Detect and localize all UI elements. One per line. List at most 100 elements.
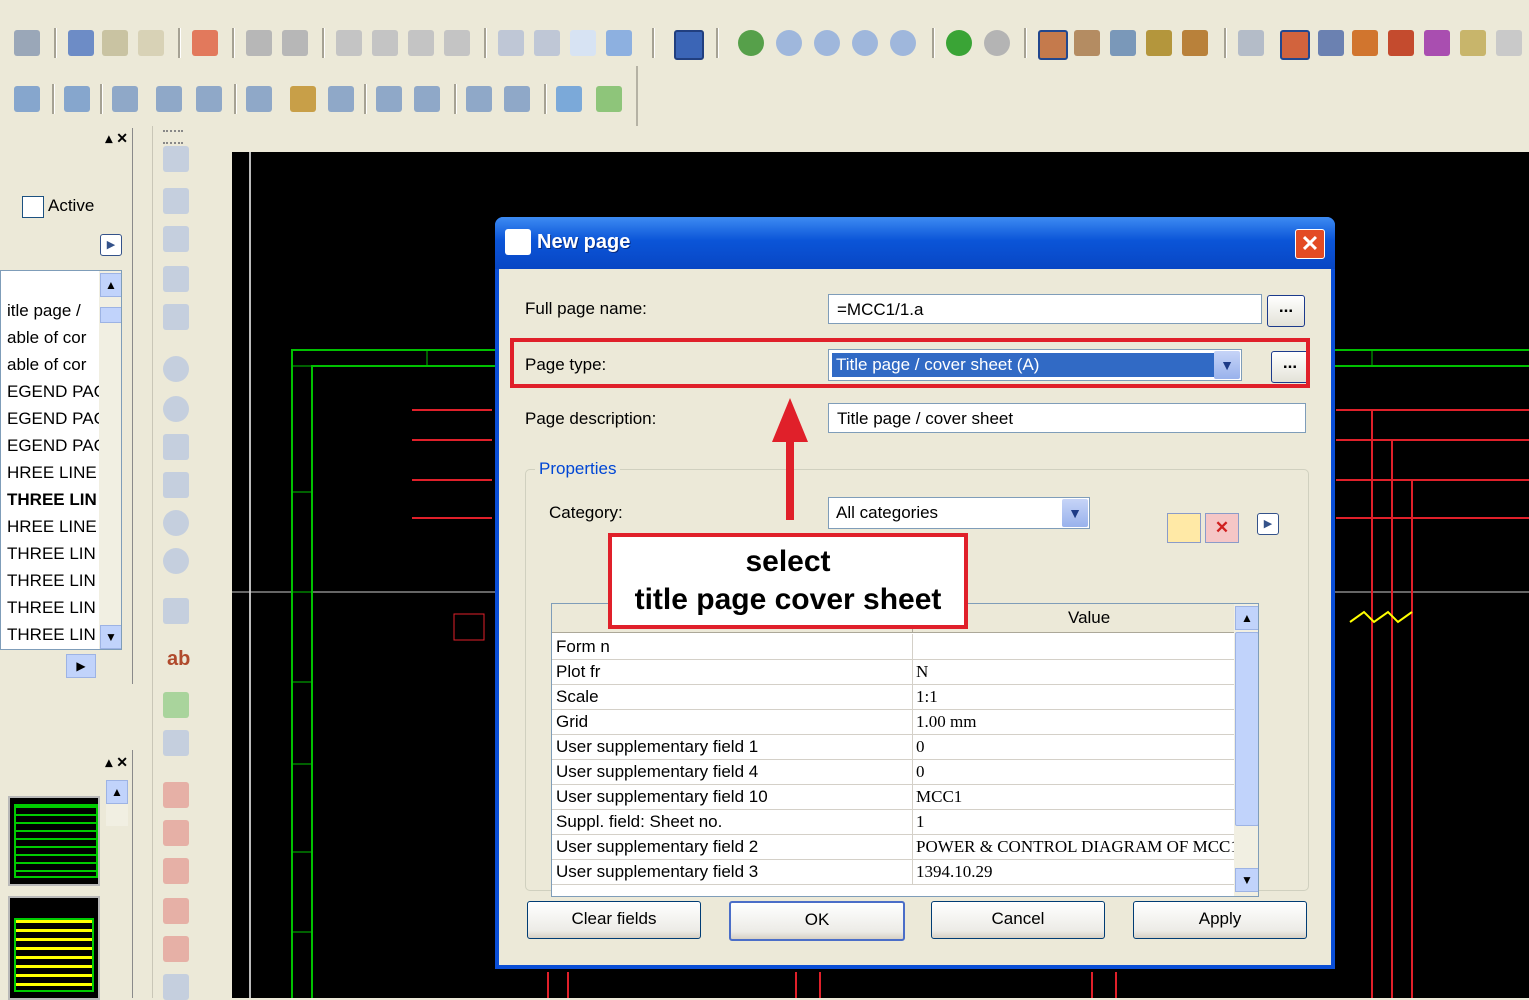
- clear-fields-button[interactable]: Clear fields: [527, 901, 701, 939]
- device-h-icon[interactable]: [414, 86, 440, 112]
- page-list-item[interactable]: EGEND PAC: [7, 436, 106, 456]
- close-icon[interactable]: ✕: [1295, 229, 1325, 259]
- device-i-icon[interactable]: [466, 86, 492, 112]
- grid-d-icon[interactable]: [1146, 30, 1172, 56]
- page-list-item[interactable]: EGEND PAC: [7, 382, 106, 402]
- snap-grid-icon[interactable]: [1280, 30, 1310, 60]
- logic-icon[interactable]: [1388, 30, 1414, 56]
- grid-display-icon[interactable]: [1238, 30, 1264, 56]
- ellipse-arc-icon[interactable]: [163, 548, 189, 574]
- copy-icon[interactable]: [102, 30, 128, 56]
- property-row[interactable]: Grid 1.00 mm: [552, 709, 1248, 735]
- connection-icon[interactable]: [1424, 30, 1450, 56]
- active-checkbox[interactable]: [22, 196, 44, 218]
- property-value[interactable]: 0: [916, 759, 925, 784]
- grid-a-icon[interactable]: [1038, 30, 1068, 60]
- scrollbar[interactable]: ▲ ▼: [99, 271, 121, 649]
- property-row[interactable]: User supplementary field 3 1394.10.29: [552, 859, 1248, 885]
- property-row[interactable]: Scale 1:1: [552, 684, 1248, 710]
- number-icon[interactable]: [1460, 30, 1486, 56]
- page-thumbnail[interactable]: [8, 796, 100, 886]
- aligned-dimension-icon[interactable]: [163, 820, 189, 846]
- arc-center-icon[interactable]: [163, 472, 189, 498]
- dialog-titlebar[interactable]: New page ✕: [495, 217, 1335, 269]
- chain-dimension-icon[interactable]: [163, 858, 189, 884]
- delete-icon[interactable]: [192, 30, 218, 56]
- polygon-icon[interactable]: [163, 226, 189, 252]
- redo-list-icon[interactable]: [444, 30, 470, 56]
- more-icon[interactable]: [1496, 30, 1522, 56]
- page-list-item[interactable]: THREE LIN: [7, 571, 96, 591]
- page-description-field[interactable]: Title page / cover sheet: [828, 403, 1306, 433]
- circle-icon[interactable]: [163, 356, 189, 382]
- undo-list-icon[interactable]: [372, 30, 398, 56]
- device-insert-icon[interactable]: [14, 86, 40, 112]
- magnet-icon[interactable]: [1352, 30, 1378, 56]
- property-value[interactable]: POWER & CONTROL DIAGRAM OF MCC1: [916, 834, 1239, 859]
- sector-icon[interactable]: [163, 510, 189, 536]
- page-list-item[interactable]: able of cor: [7, 355, 86, 375]
- scroll-down-icon[interactable]: ▼: [100, 625, 121, 649]
- text-tool-icon[interactable]: ab: [167, 648, 190, 671]
- window-icon[interactable]: [674, 30, 704, 60]
- grid-b-icon[interactable]: [1074, 30, 1100, 56]
- property-value[interactable]: 1394.10.29: [916, 859, 993, 884]
- page-list-item[interactable]: EGEND PAC: [7, 409, 106, 429]
- page-thumbnail[interactable]: [8, 896, 100, 1000]
- zoom-in-icon[interactable]: [814, 30, 840, 56]
- property-value[interactable]: N: [916, 659, 928, 684]
- angle-dimension-icon[interactable]: [163, 974, 189, 1000]
- text-box-icon[interactable]: [163, 304, 189, 330]
- property-row[interactable]: User supplementary field 4 0: [552, 759, 1248, 785]
- property-row[interactable]: Suppl. field: Sheet no. 1: [552, 809, 1248, 835]
- device-d-icon[interactable]: [246, 86, 272, 112]
- back-icon[interactable]: [946, 30, 972, 56]
- zoom-100-icon[interactable]: [890, 30, 916, 56]
- ok-button[interactable]: OK: [729, 901, 905, 941]
- scroll-up-icon[interactable]: ▲: [106, 780, 128, 804]
- cancel-button[interactable]: Cancel: [931, 901, 1105, 939]
- play-icon[interactable]: ▶: [1257, 513, 1279, 535]
- zoom-window-icon[interactable]: [776, 30, 802, 56]
- page-list-item[interactable]: HREE LINE: [7, 463, 97, 483]
- grid-c-icon[interactable]: [1110, 30, 1136, 56]
- undo-icon[interactable]: [336, 30, 362, 56]
- property-row[interactable]: Plot fr N: [552, 659, 1248, 685]
- device-k-icon[interactable]: [556, 86, 582, 112]
- check-icon[interactable]: [570, 30, 596, 56]
- page-list-item[interactable]: THREE LIN: [7, 490, 97, 510]
- grid-scrollbar[interactable]: ▲ ▼: [1234, 604, 1258, 896]
- spline-icon[interactable]: [163, 598, 189, 624]
- refresh-icon[interactable]: [738, 30, 764, 56]
- full-page-name-browse-button[interactable]: ...: [1267, 295, 1305, 327]
- scroll-down-icon[interactable]: ▼: [1235, 868, 1258, 892]
- polyline-icon[interactable]: [163, 188, 189, 214]
- property-value[interactable]: 1:1: [916, 684, 938, 709]
- cut-icon[interactable]: [68, 30, 94, 56]
- device-g-icon[interactable]: [376, 86, 402, 112]
- chevron-down-icon[interactable]: ▼: [1062, 499, 1088, 527]
- page-list-item[interactable]: HREE LINE: [7, 517, 97, 537]
- grid-e-icon[interactable]: [1182, 30, 1208, 56]
- redo-icon[interactable]: [408, 30, 434, 56]
- forward-icon[interactable]: [984, 30, 1010, 56]
- panel-controls[interactable]: ▴ ✕: [105, 130, 128, 147]
- device-j-icon[interactable]: [504, 86, 530, 112]
- new-property-icon[interactable]: [1167, 513, 1201, 543]
- pencil-icon[interactable]: [282, 30, 308, 56]
- property-row[interactable]: User supplementary field 2 POWER & CONTRO…: [552, 834, 1248, 860]
- brush-icon[interactable]: [246, 30, 272, 56]
- dimension-icon[interactable]: [163, 782, 189, 808]
- scroll-up-icon[interactable]: ▲: [100, 273, 121, 297]
- panel-controls[interactable]: ▴ ✕: [105, 754, 128, 771]
- image-icon[interactable]: [163, 692, 189, 718]
- device-b-icon[interactable]: [156, 86, 182, 112]
- device-l-icon[interactable]: [596, 86, 622, 112]
- scroll-thumb[interactable]: [1235, 632, 1258, 826]
- line-icon[interactable]: [163, 146, 189, 172]
- device-e-icon[interactable]: [290, 86, 316, 112]
- baseline-dimension-icon[interactable]: [163, 898, 189, 924]
- page-list[interactable]: itle page / able of cor able of cor EGEND P…: [0, 270, 122, 650]
- scrollbar[interactable]: ▲: [106, 780, 128, 826]
- zoom-out-icon[interactable]: [852, 30, 878, 56]
